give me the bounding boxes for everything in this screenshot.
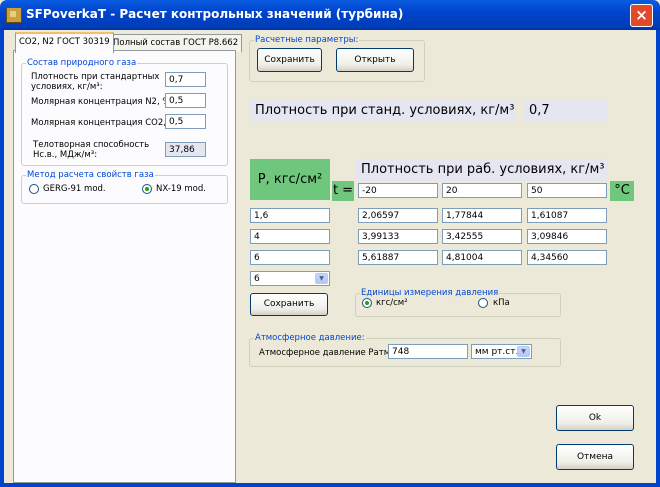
params-save-button[interactable]: Сохранить — [257, 48, 322, 72]
result-cell[interactable]: 2,06597 — [358, 208, 438, 223]
atm-unit-value: мм рт.ст. — [475, 347, 519, 357]
co2-input[interactable]: 0,5 — [165, 114, 206, 129]
window-title: SFPoverkaT - Расчет контрольных значений… — [26, 7, 404, 21]
heat-label-line2: Нс.в., МДж/м³: — [33, 150, 98, 160]
heat-label-line1: Телотворная способность — [33, 140, 150, 150]
n2-input[interactable]: 0,5 — [165, 93, 206, 108]
units-kpa-label[interactable]: кПа — [493, 298, 510, 308]
calc-params-legend: Расчетные параметры: — [255, 35, 359, 45]
n2-label: Молярная концентрация N2, %: — [31, 97, 174, 107]
result-cell[interactable]: 4,34560 — [527, 250, 607, 265]
result-cell[interactable]: 1,61087 — [527, 208, 607, 223]
tab-co2-n2[interactable]: CO2, N2 ГОСТ 30319 — [15, 32, 114, 53]
temperature-input-3[interactable]: 50 — [527, 183, 607, 198]
app-icon — [6, 7, 22, 23]
ok-button[interactable]: Ok — [556, 405, 634, 431]
result-cell[interactable]: 3,09846 — [527, 229, 607, 244]
units-legend: Единицы измерения давления — [361, 288, 499, 298]
cancel-button[interactable]: Отмена — [556, 444, 634, 470]
density-input[interactable]: 0,7 — [165, 72, 206, 87]
window-border-left — [0, 30, 4, 487]
gas-composition-legend: Состав природного газа — [27, 58, 137, 68]
row-count-select[interactable]: 6 ▼ — [250, 271, 330, 286]
result-cell[interactable]: 3,99133 — [358, 229, 438, 244]
gerg-radio[interactable] — [29, 184, 39, 194]
temperature-input-1[interactable]: -20 — [358, 183, 438, 198]
atm-input[interactable]: 748 — [388, 344, 468, 359]
units-kgf-label[interactable]: кгс/см² — [376, 298, 408, 308]
atm-legend: Атмосферное давление: — [255, 333, 365, 343]
units-kgf-radio[interactable] — [362, 298, 372, 308]
result-cell[interactable]: 1,77844 — [442, 208, 522, 223]
celsius-label: °C — [610, 181, 634, 201]
result-cell[interactable]: 4,81004 — [442, 250, 522, 265]
chevron-down-icon[interactable]: ▼ — [517, 346, 530, 357]
std-density-label: Плотность при станд. условиях, кг/м³ — [250, 100, 516, 122]
density-label-line2: условиях, кг/м³: — [31, 82, 103, 92]
row-count-value: 6 — [254, 274, 260, 284]
chevron-down-icon[interactable]: ▼ — [315, 273, 328, 284]
window-border-bottom — [0, 483, 660, 487]
result-cell[interactable]: 5,61887 — [358, 250, 438, 265]
pressure-input-2[interactable]: 4 — [250, 229, 330, 244]
co2-label: Молярная концентрация CO2, %: — [31, 118, 180, 128]
method-legend: Метод расчета свойств газа — [27, 170, 154, 180]
window-border-right — [656, 30, 660, 487]
t-equals-label: t = — [332, 181, 354, 201]
pressure-header: P, кгс/см² — [250, 159, 330, 200]
nx19-label[interactable]: NX-19 mod. — [156, 184, 206, 194]
heat-value-readonly: 37,86 — [165, 142, 206, 157]
params-open-button[interactable]: Открыть — [336, 48, 414, 72]
atm-unit-select[interactable]: мм рт.ст. ▼ — [471, 344, 532, 359]
close-button[interactable]: × — [630, 4, 653, 27]
pressure-input-3[interactable]: 6 — [250, 250, 330, 265]
density-label-line1: Плотность при стандартных — [31, 72, 160, 82]
working-density-header: Плотность при раб. условиях, кг/м³ — [356, 159, 608, 181]
atm-label: Атмосферное давление Ратм: — [259, 348, 393, 358]
temperature-input-2[interactable]: 20 — [442, 183, 522, 198]
units-kpa-radio[interactable] — [478, 298, 488, 308]
std-density-value: 0,7 — [524, 100, 607, 122]
pressure-input-1[interactable]: 1,6 — [250, 208, 330, 223]
table-save-button[interactable]: Сохранить — [250, 293, 328, 316]
gerg-label[interactable]: GERG-91 mod. — [43, 184, 106, 194]
nx19-radio[interactable] — [142, 184, 152, 194]
result-cell[interactable]: 3,42555 — [442, 229, 522, 244]
